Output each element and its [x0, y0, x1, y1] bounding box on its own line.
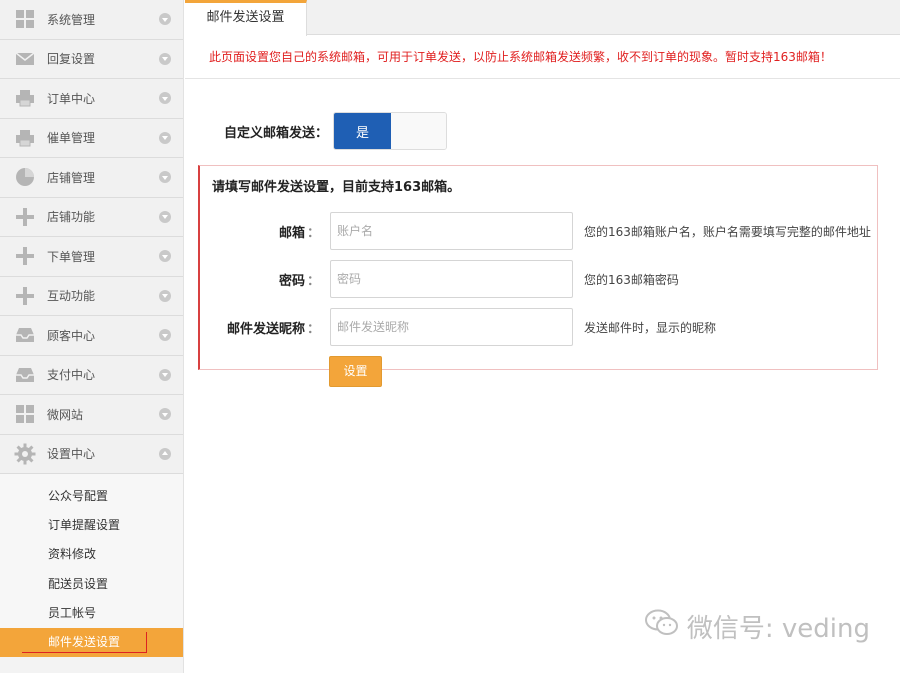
sidebar-item-label: 顾客中心	[47, 328, 96, 343]
toggle-off-area	[391, 113, 446, 149]
chevron-up-icon	[159, 447, 171, 460]
sidebar-item-order-management[interactable]: 下单管理	[0, 237, 183, 277]
submenu-item-staff-account[interactable]: 员工帐号	[0, 599, 183, 628]
chevron-down-icon	[159, 52, 171, 65]
password-field[interactable]	[330, 260, 573, 298]
chevron-down-icon	[159, 289, 171, 302]
sidebar-item-customers[interactable]: 顾客中心	[0, 316, 183, 356]
sidebar-item-label: 店铺功能	[47, 210, 96, 225]
chevron-down-icon	[159, 131, 171, 144]
sidebar-item-reply[interactable]: 回复设置	[0, 39, 183, 79]
nickname-hint: 发送邮件时，显示的昵称	[584, 320, 717, 335]
sidebar-item-microsite[interactable]: 微网站	[0, 395, 183, 435]
submenu-item-order-reminder[interactable]: 订单提醒设置	[0, 511, 183, 540]
nickname-label: 邮件发送昵称：	[226, 321, 320, 337]
grid-icon	[14, 403, 36, 425]
sidebar-item-label: 催单管理	[47, 131, 96, 146]
chevron-down-icon	[159, 368, 171, 381]
sidebar-item-payments[interactable]: 支付中心	[0, 355, 183, 395]
sidebar-item-label: 订单中心	[47, 91, 96, 106]
email-row: 邮箱： 您的163邮箱账户名，账户名需要填写完整的邮件地址	[200, 212, 871, 250]
plus-icon	[14, 206, 36, 228]
submenu-item-label: 邮件发送设置	[22, 631, 148, 653]
printer-icon	[14, 87, 36, 109]
custom-email-toggle[interactable]: 是	[333, 112, 447, 150]
submenu-item-profile[interactable]: 资料修改	[0, 540, 183, 569]
sidebar-item-system[interactable]: 系统管理	[0, 0, 183, 40]
sidebar-item-interaction[interactable]: 互动功能	[0, 276, 183, 316]
gear-icon	[14, 443, 36, 465]
password-row: 密码： 您的163邮箱密码	[200, 260, 679, 298]
watermark: 微信号: veding	[644, 608, 870, 645]
main-content: 邮件发送设置 此页面设置您自己的系统邮箱，可用于订单发送，以防止系统邮箱发送频繁…	[185, 0, 900, 673]
nickname-row: 邮件发送昵称： 发送邮件时，显示的昵称	[200, 308, 716, 346]
wechat-icon	[644, 609, 679, 644]
chevron-down-icon	[159, 92, 171, 105]
email-settings-form: 请填写邮件发送设置，目前支持163邮箱。 邮箱： 您的163邮箱账户名，账户名需…	[198, 165, 878, 387]
submenu-item-delivery[interactable]: 配送员设置	[0, 570, 183, 599]
sidebar-item-label: 系统管理	[47, 12, 96, 27]
notice-text: 此页面设置您自己的系统邮箱，可用于订单发送，以防止系统邮箱发送频繁，收不到订单的…	[185, 35, 900, 79]
chevron-down-icon	[159, 329, 171, 342]
sidebar-item-store[interactable]: 店铺管理	[0, 158, 183, 198]
plus-icon	[14, 245, 36, 267]
tab-email-settings[interactable]: 邮件发送设置	[185, 0, 307, 36]
nickname-field[interactable]	[330, 308, 573, 346]
chevron-down-icon	[159, 408, 171, 421]
printer-icon	[14, 127, 36, 149]
sidebar-item-settings[interactable]: 设置中心	[0, 434, 183, 474]
inbox-icon	[14, 324, 36, 346]
pie-chart-icon	[14, 166, 36, 188]
submenu-item-official-account[interactable]: 公众号配置	[0, 482, 183, 511]
settings-submenu: 公众号配置 订单提醒设置 资料修改 配送员设置 员工帐号 邮件发送设置	[0, 474, 183, 658]
plus-icon	[14, 285, 36, 307]
email-label: 邮箱：	[278, 225, 320, 241]
chevron-down-icon	[159, 171, 171, 184]
sidebar-item-label: 设置中心	[47, 447, 96, 462]
sidebar-item-store-features[interactable]: 店铺功能	[0, 197, 183, 237]
toggle-label: 自定义邮箱发送：	[223, 125, 328, 141]
sidebar-item-label: 下单管理	[47, 249, 96, 264]
sidebar-item-orders[interactable]: 订单中心	[0, 79, 183, 119]
sidebar-item-reminders[interactable]: 催单管理	[0, 118, 183, 158]
custom-email-toggle-row: 自定义邮箱发送： 是	[185, 112, 447, 150]
watermark-text: 微信号: veding	[686, 614, 870, 644]
sidebar-item-label: 微网站	[47, 407, 84, 422]
chevron-down-icon	[159, 210, 171, 223]
inbox-icon	[14, 364, 36, 386]
sidebar: 系统管理 回复设置 订单中心 催单管理 店铺管理 店铺功能 下单管理 互动功能 …	[0, 0, 184, 673]
sidebar-item-label: 回复设置	[47, 52, 96, 67]
envelope-icon	[14, 48, 36, 70]
password-hint: 您的163邮箱密码	[584, 272, 679, 287]
sidebar-item-label: 互动功能	[47, 289, 96, 304]
form-title: 请填写邮件发送设置，目前支持163邮箱。	[212, 180, 461, 195]
save-button[interactable]: 设置	[329, 356, 382, 387]
toggle-on-label: 是	[334, 113, 391, 149]
email-field[interactable]	[330, 212, 573, 250]
chevron-down-icon	[159, 13, 171, 26]
tab-bar: 邮件发送设置	[185, 0, 900, 36]
submenu-item-email-settings[interactable]: 邮件发送设置	[0, 627, 183, 658]
grid-icon	[14, 8, 36, 30]
chevron-down-icon	[159, 250, 171, 263]
sidebar-item-label: 支付中心	[47, 368, 96, 383]
password-label: 密码：	[278, 273, 320, 289]
sidebar-item-label: 店铺管理	[47, 170, 96, 185]
email-hint: 您的163邮箱账户名，账户名需要填写完整的邮件地址	[584, 224, 871, 239]
